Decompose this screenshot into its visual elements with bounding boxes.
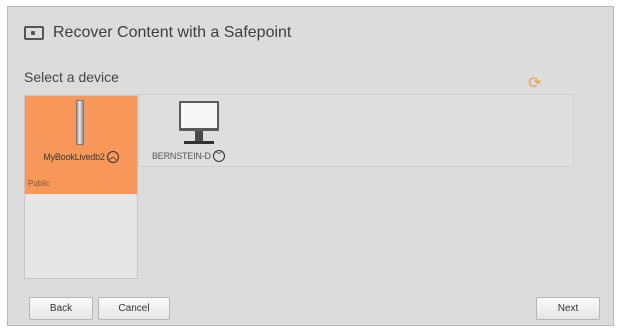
device-name: MyBookLivedb2	[43, 152, 105, 162]
chevron-up-icon[interactable]: ︿	[106, 151, 119, 163]
drive-icon	[24, 26, 44, 40]
monitor-base	[184, 141, 214, 144]
cancel-button[interactable]: Cancel	[98, 297, 170, 320]
monitor-stand	[195, 131, 203, 141]
device-name-row: MyBookLivedb2 ︿	[25, 151, 137, 163]
select-device-label: Select a device	[24, 69, 119, 85]
chevron-down-icon[interactable]: ﹀	[212, 150, 225, 162]
next-button[interactable]: Next	[536, 297, 600, 320]
share-item-public[interactable]: Public	[28, 179, 50, 188]
nas-drive-icon	[76, 100, 84, 145]
device-name: BERNSTEIN-D	[152, 151, 211, 161]
device-name-row: BERNSTEIN-D ﹀	[152, 150, 248, 162]
dialog-header: Recover Content with a Safepoint	[24, 24, 291, 42]
back-button[interactable]: Back	[29, 297, 93, 320]
device-card-mybooklive[interactable]: MyBookLivedb2 ︿ Public	[24, 95, 138, 279]
refresh-icon[interactable]: ⟳	[527, 76, 543, 92]
monitor-icon	[179, 101, 219, 131]
device-card-bernstein[interactable]: BERNSTEIN-D ﹀	[148, 95, 244, 175]
dialog-title: Recover Content with a Safepoint	[53, 24, 292, 41]
